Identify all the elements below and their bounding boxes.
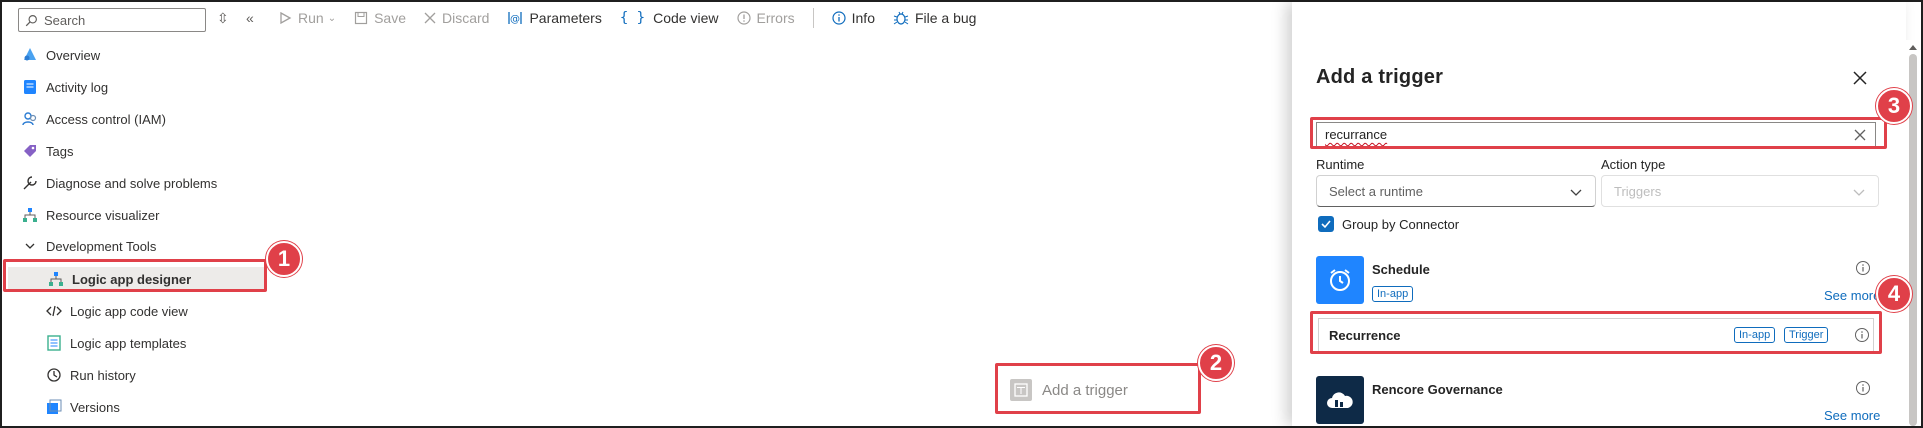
panel-title: Add a trigger [1316, 66, 1444, 88]
save-icon [354, 11, 368, 25]
runtime-dropdown[interactable]: Select a runtime [1316, 175, 1596, 207]
action-type-label: Action type [1601, 157, 1666, 172]
callout-4: 4 [1876, 276, 1912, 312]
alarm-clock-icon [1330, 269, 1350, 291]
sidebar-item-run-history[interactable]: Run history [46, 363, 136, 387]
schedule-connector-icon[interactable] [1316, 256, 1364, 304]
templates-icon [46, 335, 62, 351]
designer-toolbar: Run ⌄ Save Discard @ Parameters { } Code … [278, 2, 994, 34]
info-icon[interactable] [1854, 327, 1870, 343]
parameters-icon: @ [508, 12, 523, 25]
scroll-up-icon[interactable] [1906, 42, 1920, 52]
sidebar-item-versions[interactable]: Versions [46, 395, 120, 419]
clear-icon[interactable] [1853, 128, 1867, 142]
history-icon [46, 367, 62, 383]
rencore-connector-name[interactable]: Rencore Governance [1372, 382, 1503, 397]
sidebar-item-logic-app-code-view[interactable]: Logic app code view [46, 299, 188, 323]
sidebar-item-overview[interactable]: Overview [22, 43, 100, 67]
action-type-dropdown[interactable]: Triggers [1601, 175, 1879, 207]
schedule-connector-name[interactable]: Schedule [1372, 262, 1430, 277]
sidebar-search-input[interactable]: Search [18, 8, 206, 32]
people-icon [22, 111, 38, 127]
braces-icon: { } [619, 10, 646, 26]
trigger-badge: Trigger [1784, 327, 1829, 343]
add-trigger-card[interactable]: Add a trigger [1000, 370, 1196, 410]
chevron-down-icon [1570, 189, 1582, 196]
error-icon [736, 11, 751, 25]
parameters-button[interactable]: @ Parameters [507, 10, 602, 26]
versions-icon [46, 399, 62, 415]
callout-2: 2 [1198, 345, 1234, 381]
see-more-link[interactable]: See more [1824, 288, 1880, 303]
sidebar-group-development-tools[interactable]: Development Tools [22, 234, 156, 258]
chevron-down-icon [22, 238, 38, 254]
info-icon[interactable] [1855, 380, 1871, 396]
trigger-placeholder-icon [1010, 379, 1032, 401]
sidebar-item-activity-log[interactable]: Activity log [22, 75, 108, 99]
recurrence-trigger-row[interactable]: Recurrence In-app Trigger [1318, 318, 1874, 352]
sidebar-item-access-control[interactable]: Access control (IAM) [22, 107, 166, 131]
toolbar-divider [812, 8, 814, 28]
code-icon [46, 303, 62, 319]
see-more-link[interactable]: See more [1824, 408, 1880, 423]
checkmark-icon [1318, 216, 1334, 232]
hierarchy-icon [22, 207, 38, 223]
in-app-badge: In-app [1734, 327, 1776, 343]
sidebar-item-logic-app-templates[interactable]: Logic app templates [46, 331, 186, 355]
runtime-label: Runtime [1316, 157, 1365, 172]
in-app-badge: In-app [1372, 286, 1414, 302]
add-trigger-panel: Add a trigger recurrance Runtime Select … [1292, 2, 1906, 426]
overview-icon [22, 47, 38, 63]
save-button[interactable]: Save [354, 10, 406, 26]
rencore-connector-icon[interactable] [1316, 376, 1364, 424]
group-by-connector-checkbox[interactable]: Group by Connector [1318, 216, 1459, 232]
sidebar-item-diagnose[interactable]: Diagnose and solve problems [22, 171, 217, 195]
chevron-down-icon: ⌄ [327, 12, 337, 24]
search-icon [25, 14, 37, 26]
discard-button[interactable]: Discard [424, 10, 489, 26]
errors-button[interactable]: Errors [736, 10, 795, 26]
cloud-icon [1327, 392, 1353, 408]
expand-collapse-icon[interactable]: ⇳ [217, 10, 229, 26]
info-icon[interactable] [1855, 260, 1871, 276]
recurrence-trigger-name: Recurrence [1329, 328, 1401, 343]
svg-text:@: @ [510, 14, 520, 25]
wrench-icon [22, 175, 38, 191]
callout-1: 1 [266, 241, 302, 277]
trigger-search-input[interactable]: recurrance [1316, 122, 1876, 148]
play-icon [280, 11, 292, 25]
chevron-down-icon [1853, 189, 1865, 196]
sidebar-item-tags[interactable]: Tags [22, 139, 73, 163]
info-button[interactable]: Info [832, 10, 875, 26]
sidebar-item-logic-app-designer[interactable]: Logic app designer [8, 267, 266, 291]
run-button[interactable]: Run ⌄ [278, 10, 336, 26]
sidebar: Search ⇳ « Overview Activity log Access … [2, 2, 266, 426]
activity-log-icon [22, 79, 38, 95]
callout-3: 3 [1876, 88, 1912, 124]
close-icon[interactable] [1850, 68, 1870, 88]
tag-icon [22, 143, 38, 159]
info-icon [832, 11, 846, 25]
close-icon [424, 12, 436, 24]
code-view-button[interactable]: { } Code view [620, 10, 719, 26]
sidebar-item-resource-visualizer[interactable]: Resource visualizer [22, 203, 159, 227]
file-bug-button[interactable]: File a bug [893, 10, 976, 26]
collapse-sidebar-icon[interactable]: « [246, 10, 254, 26]
designer-icon [48, 271, 64, 287]
bug-icon [893, 11, 909, 25]
